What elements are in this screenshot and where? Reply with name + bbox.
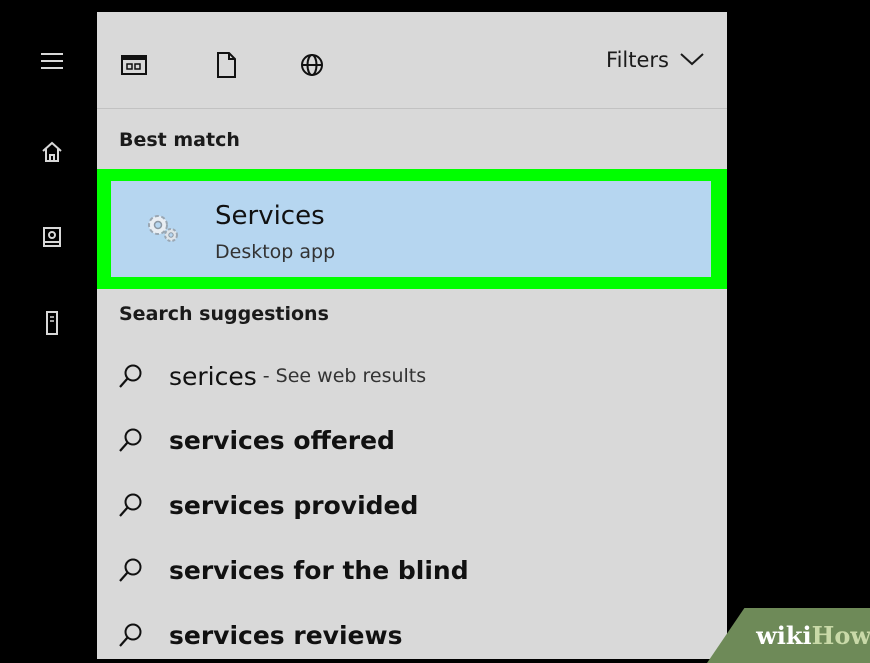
best-match-highlight: Services Desktop app xyxy=(97,169,727,289)
suggestion-item[interactable]: services provided xyxy=(117,485,717,525)
search-icon xyxy=(119,493,142,517)
search-panel: Filters Best match Services Desktop app … xyxy=(97,12,727,659)
suggestion-item[interactable]: services reviews xyxy=(117,615,717,655)
search-icon xyxy=(119,364,142,388)
search-icon xyxy=(119,623,142,647)
documents-icon[interactable] xyxy=(211,50,241,80)
chevron-down-icon xyxy=(679,48,705,72)
suggestion-text: services reviews xyxy=(169,620,403,650)
search-icon xyxy=(119,558,142,582)
suggestion-item[interactable]: serices - See web results xyxy=(117,356,717,396)
suggestion-text: services for the blind xyxy=(169,555,469,585)
search-icon xyxy=(119,428,142,452)
left-rail xyxy=(0,0,97,659)
suggestion-text: serices xyxy=(169,361,257,391)
tower-icon[interactable] xyxy=(37,310,67,340)
filters-label: Filters xyxy=(606,48,669,72)
suggestion-text: services offered xyxy=(169,425,395,455)
hamburger-menu-icon[interactable] xyxy=(37,50,67,80)
filter-toolbar: Filters xyxy=(97,12,727,109)
watermark-wiki: wiki xyxy=(756,621,812,650)
wikihow-watermark: wiki How xyxy=(707,608,870,663)
notebook-icon[interactable] xyxy=(37,225,67,255)
watermark-how: How xyxy=(811,621,870,650)
app-subtitle: Desktop app xyxy=(215,241,336,263)
filters-dropdown[interactable]: Filters xyxy=(606,48,705,72)
suggestion-item[interactable]: services offered xyxy=(117,420,717,460)
apps-icon[interactable] xyxy=(119,50,149,80)
search-suggestions-heading: Search suggestions xyxy=(119,303,329,325)
suggestion-item[interactable]: services for the blind xyxy=(117,550,717,590)
services-gear-icon xyxy=(141,211,185,247)
suggestion-text: services provided xyxy=(169,490,419,520)
web-icon[interactable] xyxy=(297,50,327,80)
suggestion-web-hint: - See web results xyxy=(262,365,427,387)
best-match-heading: Best match xyxy=(119,129,240,151)
home-icon[interactable] xyxy=(37,140,67,170)
app-title: Services xyxy=(215,201,325,231)
best-match-result[interactable]: Services Desktop app xyxy=(111,181,711,277)
